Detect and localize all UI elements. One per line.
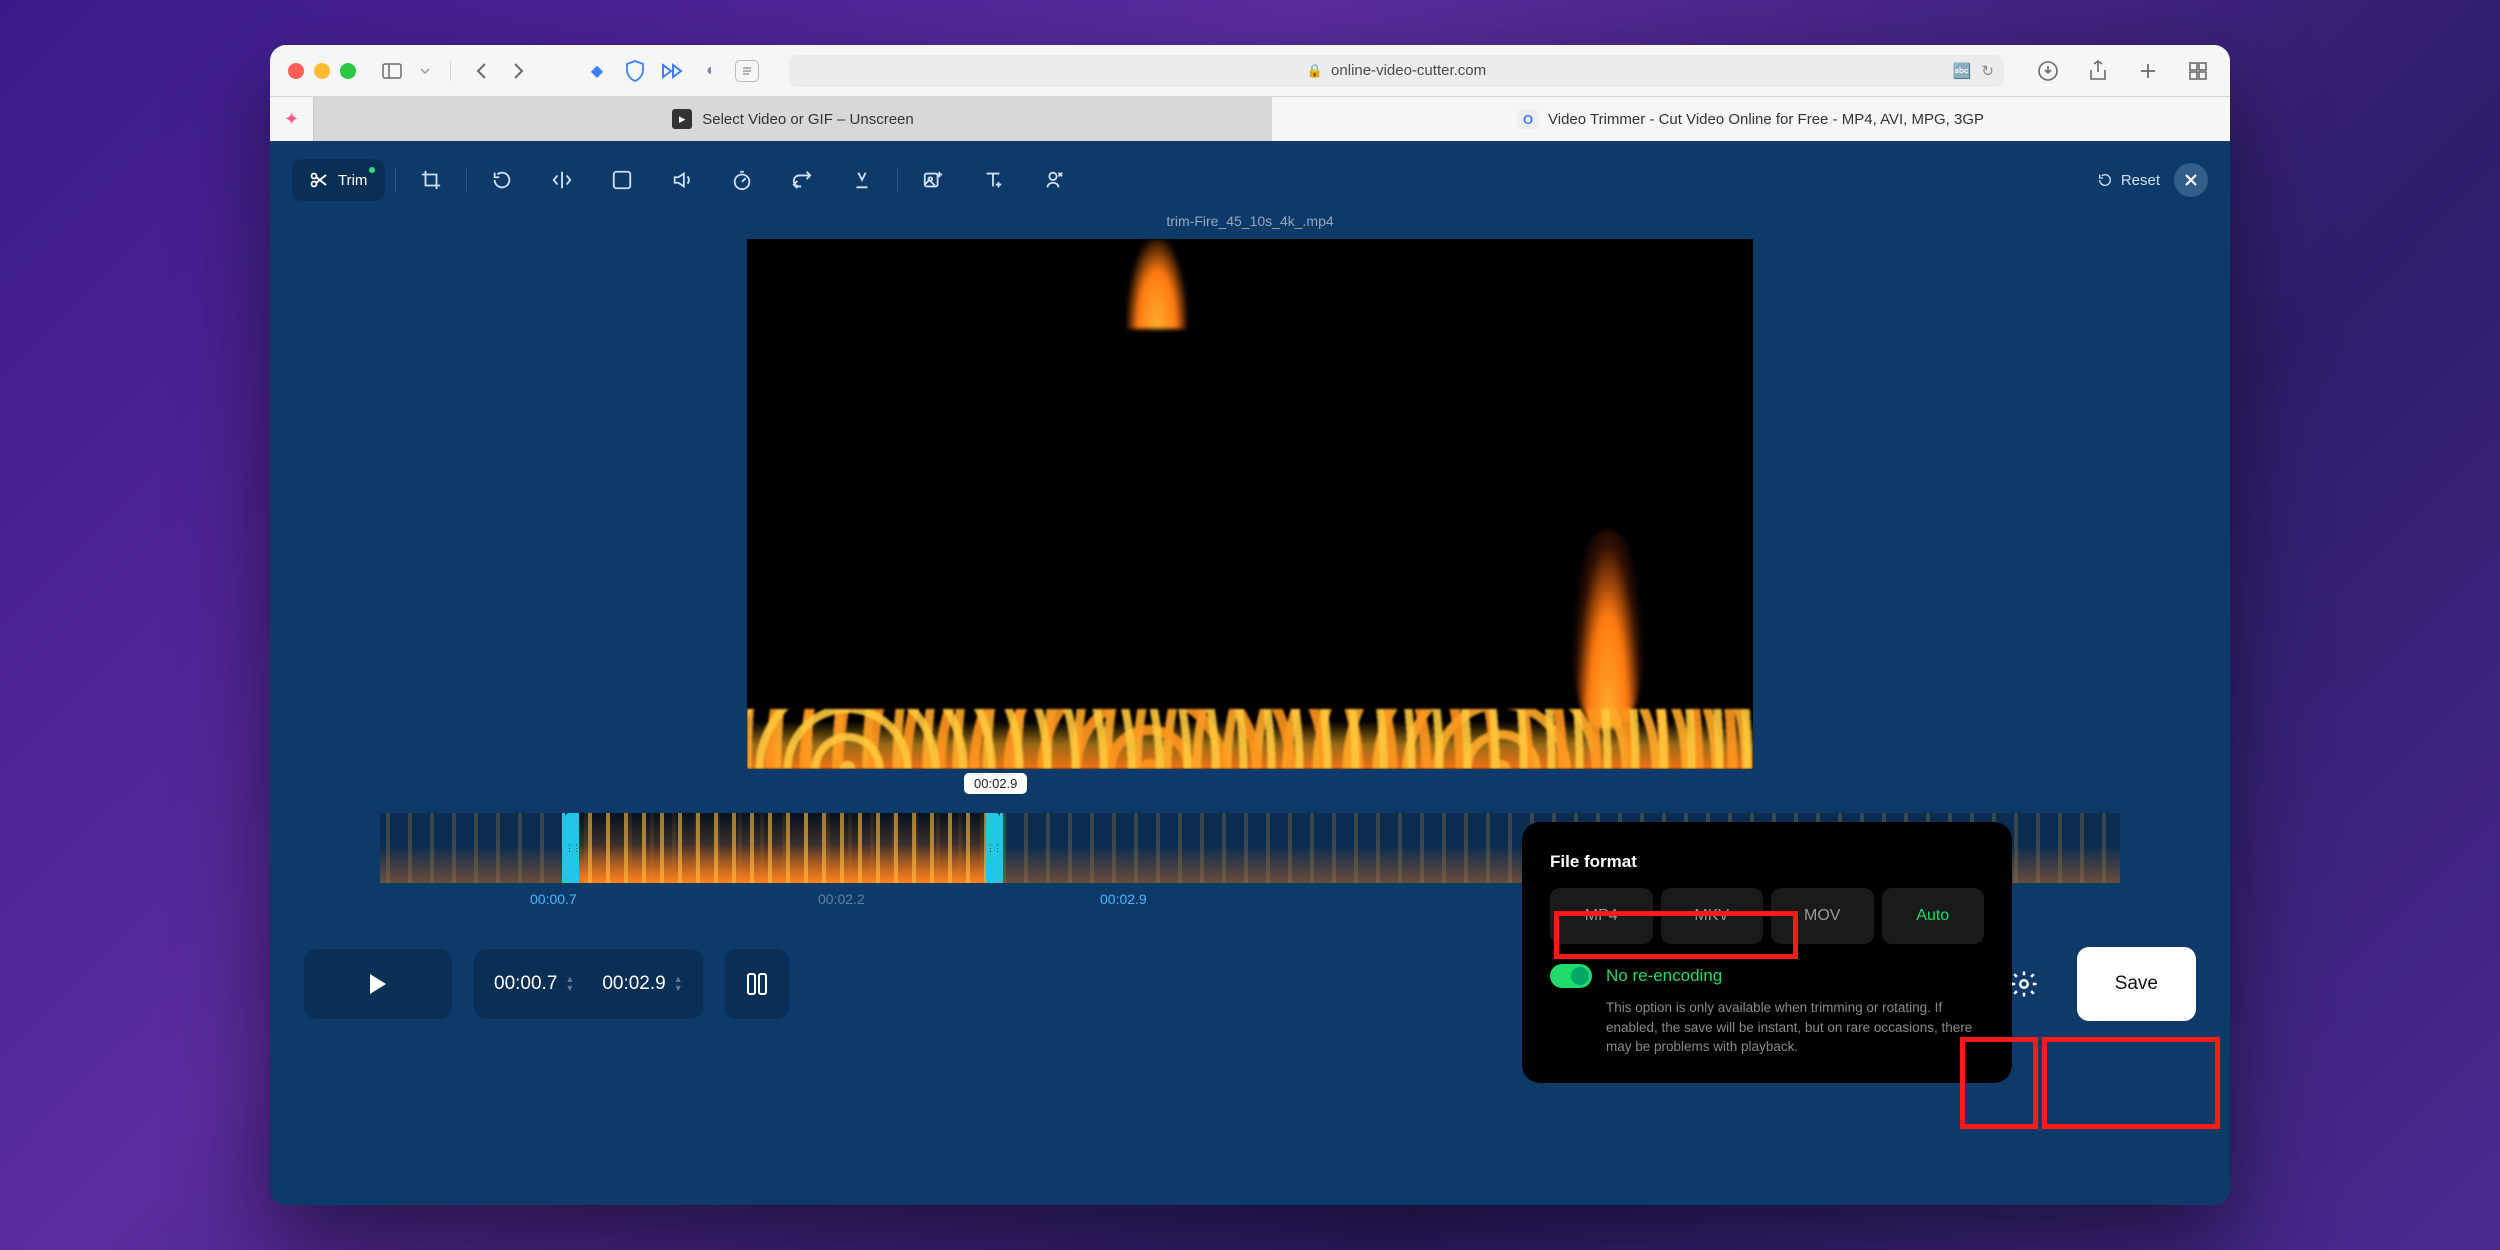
time-range-box: 00:00.7 ▲▼ 00:02.9 ▲▼	[474, 949, 703, 1019]
timeline-mid-label: 00:02.2	[818, 891, 865, 907]
tab-video-trimmer[interactable]: O Video Trimmer - Cut Video Online for F…	[1272, 97, 2230, 141]
extension-icon-2[interactable]: ◐	[697, 57, 725, 85]
lock-icon: 🔒	[1307, 63, 1323, 79]
popover-title: File format	[1550, 852, 1984, 872]
annotation-highlight	[2042, 1037, 2220, 1129]
in-time-stepper[interactable]: ▲▼	[565, 975, 574, 993]
browser-window: ◆ ◐ 🔒 online-video-cutter.com 🔤 ↻	[270, 45, 2230, 1205]
play-button[interactable]	[304, 949, 452, 1019]
out-time[interactable]: 00:02.9	[602, 973, 665, 995]
trim-selection[interactable]	[565, 813, 1000, 883]
share-icon[interactable]	[2084, 57, 2112, 85]
address-bar[interactable]: 🔒 online-video-cutter.com 🔤 ↻	[789, 55, 2004, 87]
url-text: online-video-cutter.com	[1331, 62, 1486, 79]
reader-icon[interactable]	[735, 60, 759, 82]
tab-strip: ✦ ▸ Select Video or GIF – Unscreen O Vid…	[270, 97, 2230, 141]
trim-handle-start[interactable]	[565, 813, 579, 883]
speed-icon[interactable]	[717, 159, 767, 201]
flip-icon[interactable]	[537, 159, 587, 201]
window-controls	[288, 63, 356, 79]
save-button[interactable]: Save	[2077, 947, 2196, 1021]
extension-icon-1[interactable]: ◆	[583, 57, 611, 85]
format-mov[interactable]: MOV	[1771, 888, 1874, 944]
reset-button[interactable]: Reset	[2097, 172, 2160, 189]
app-content: Trim Reset	[270, 141, 2230, 1205]
timeline-start-label: 00:00.7	[530, 891, 577, 907]
active-indicator	[369, 167, 375, 173]
format-auto[interactable]: Auto	[1882, 888, 1985, 944]
crop-icon[interactable]	[406, 159, 456, 201]
downloads-icon[interactable]	[2034, 57, 2062, 85]
flame-decoration	[1127, 239, 1187, 329]
remove-logo-icon[interactable]	[1028, 159, 1078, 201]
filename-label: trim-Fire_45_10s_4k_.mp4	[270, 213, 2230, 229]
stabilize-icon[interactable]	[837, 159, 887, 201]
new-tab-icon[interactable]	[2134, 57, 2162, 85]
add-text-icon[interactable]	[968, 159, 1018, 201]
file-format-popover: File format MP4 MKV MOV Auto No re-encod…	[1522, 822, 2012, 1083]
timeline-end-label: 00:02.9	[1100, 891, 1147, 907]
tab-label: Select Video or GIF – Unscreen	[702, 111, 914, 128]
close-button[interactable]	[2174, 163, 2208, 197]
tab-label: Video Trimmer - Cut Video Online for Fre…	[1548, 111, 1984, 128]
back-button[interactable]	[467, 57, 495, 85]
rotate-icon[interactable]	[477, 159, 527, 201]
flame-decoration	[747, 709, 1753, 769]
add-image-icon[interactable]	[908, 159, 958, 201]
format-options: MP4 MKV MOV Auto	[1550, 888, 1984, 944]
reset-label: Reset	[2121, 172, 2160, 189]
trim-button[interactable]: Trim	[292, 159, 385, 201]
video-icon: ▸	[672, 109, 692, 129]
video-preview[interactable]	[747, 239, 1753, 769]
close-window-button[interactable]	[288, 63, 304, 79]
trim-label: Trim	[338, 172, 367, 189]
favicon: O	[1518, 109, 1538, 129]
flame-decoration	[1573, 529, 1643, 729]
in-time[interactable]: 00:00.7	[494, 973, 557, 995]
fast-forward-icon[interactable]	[659, 57, 687, 85]
translate-icon[interactable]: 🔤	[1953, 62, 1972, 80]
tab-overview-icon[interactable]	[2184, 57, 2212, 85]
no-reencoding-row: No re-encoding	[1550, 964, 1984, 988]
loop-icon[interactable]	[777, 159, 827, 201]
sidebar-toggle-icon[interactable]	[378, 57, 406, 85]
format-mkv[interactable]: MKV	[1661, 888, 1764, 944]
minimize-window-button[interactable]	[314, 63, 330, 79]
out-time-stepper[interactable]: ▲▼	[674, 975, 683, 993]
split-button[interactable]	[725, 949, 789, 1019]
resize-icon[interactable]	[597, 159, 647, 201]
save-label: Save	[2115, 973, 2158, 995]
editor-toolbar: Trim Reset	[270, 141, 2230, 209]
shield-icon[interactable]	[621, 57, 649, 85]
browser-titlebar: ◆ ◐ 🔒 online-video-cutter.com 🔤 ↻	[270, 45, 2230, 97]
maximize-window-button[interactable]	[340, 63, 356, 79]
popover-description: This option is only available when trimm…	[1550, 998, 1984, 1057]
format-mp4[interactable]: MP4	[1550, 888, 1653, 944]
tab-unscreen[interactable]: ▸ Select Video or GIF – Unscreen	[314, 97, 1272, 141]
playhead-tooltip: 00:02.9	[964, 773, 1027, 794]
volume-icon[interactable]	[657, 159, 707, 201]
trim-handle-end[interactable]	[986, 813, 1000, 883]
reload-icon[interactable]: ↻	[1981, 62, 1994, 80]
pinned-tab[interactable]: ✦	[270, 97, 314, 141]
sidebar-dropdown-icon[interactable]	[416, 57, 434, 85]
no-reencoding-toggle[interactable]	[1550, 964, 1592, 988]
no-reencoding-label: No re-encoding	[1606, 966, 1722, 986]
forward-button[interactable]	[505, 57, 533, 85]
